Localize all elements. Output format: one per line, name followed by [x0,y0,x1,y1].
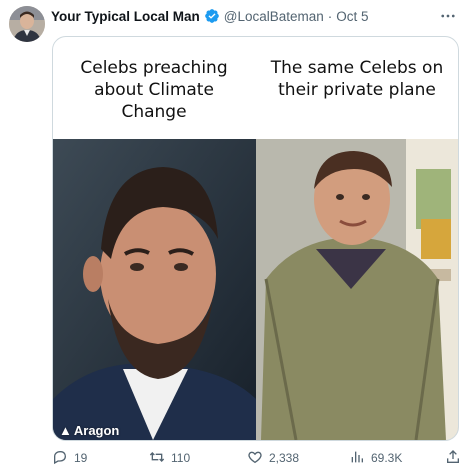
tweet-media-image[interactable]: Celebs preaching about Climate Change Th… [52,36,459,441]
retweet-button[interactable]: 110 [149,446,190,470]
meme-right-photo [256,139,458,440]
separator-dot: · [327,8,333,24]
reply-button[interactable]: 19 [52,446,87,470]
author-name[interactable]: Your Typical Local Man [51,9,200,24]
views-button[interactable]: 69.3K [349,446,402,470]
like-button[interactable]: 2,338 [247,446,299,470]
retweet-count: 110 [171,451,191,465]
meme-right-caption: The same Celebs on their private plane [270,58,444,100]
verified-badge-icon [204,8,220,24]
like-icon [247,449,263,468]
meme-left-photo: ▲ Aragon [53,139,256,440]
avatar[interactable] [9,6,45,42]
views-icon [349,449,365,468]
tweet-date[interactable]: Oct 5 [336,9,368,24]
tweet[interactable]: Your Typical Local Man @LocalBateman · O… [0,0,467,475]
share-icon [445,449,461,468]
tweet-header: Your Typical Local Man @LocalBateman · O… [51,6,369,26]
more-horizontal-icon[interactable] [437,6,459,26]
aragon-watermark: ▲ Aragon [59,423,119,438]
share-button[interactable] [445,446,461,470]
meme-left-caption: Celebs preaching about Climate Change [80,58,228,122]
like-count: 2,338 [269,451,300,465]
aragon-logo-icon: ▲ [59,423,72,438]
reply-icon [52,449,68,468]
views-count: 69.3K [371,451,403,465]
tweet-actions-bar: 19 110 2,338 69.3K [52,446,462,470]
reply-count: 19 [74,451,88,465]
author-handle[interactable]: @LocalBateman [224,9,324,24]
retweet-icon [149,449,165,468]
aragon-watermark-text: Aragon [73,423,120,438]
